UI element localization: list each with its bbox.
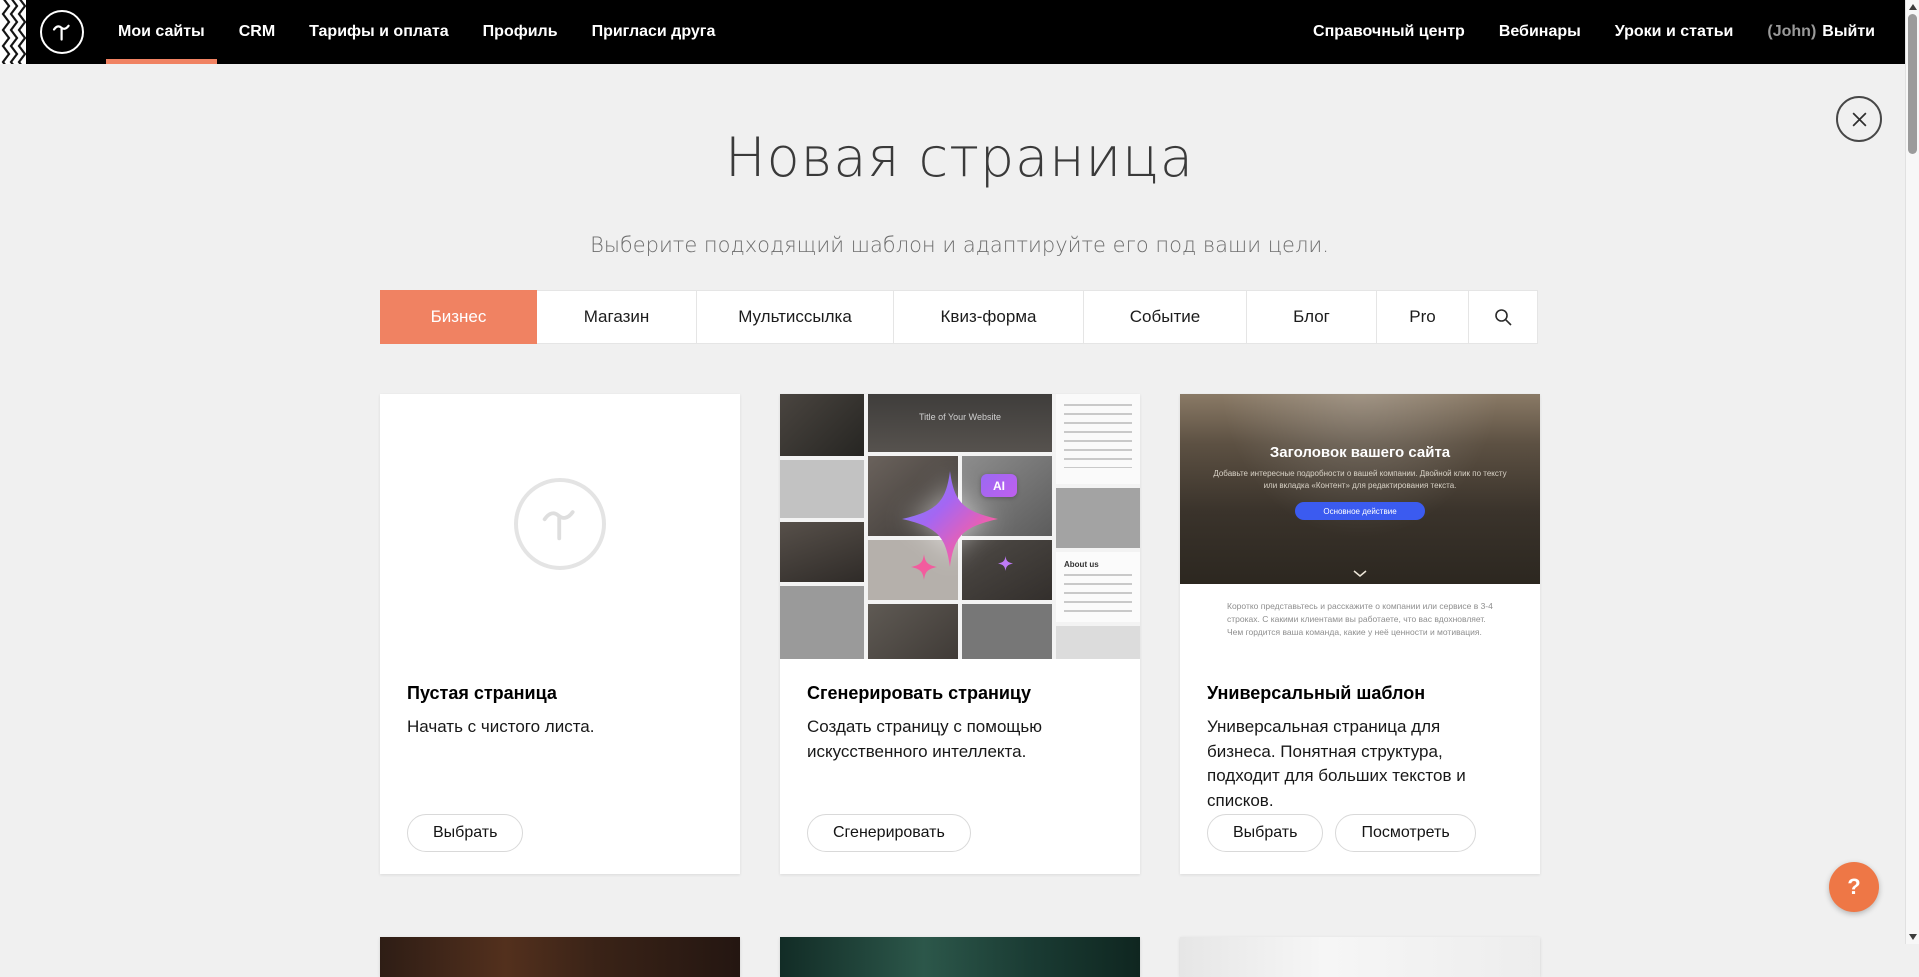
tilda-logo[interactable]: [40, 10, 84, 54]
card-title: Пустая страница: [407, 683, 557, 704]
navbar-secondary-menu: Справочный центр Вебинары Уроки и статьи…: [1313, 0, 1875, 64]
card-title: Сгенерировать страницу: [807, 683, 1031, 704]
tilda-logo-icon: [50, 20, 74, 44]
tab-label: Событие: [1130, 307, 1200, 327]
preview-button[interactable]: Посмотреть: [1335, 814, 1475, 852]
logout-link[interactable]: Выйти: [1822, 23, 1875, 41]
tab-label: Блог: [1293, 307, 1330, 327]
collage-block: [868, 604, 958, 659]
nav-item-label: Тарифы и оплата: [309, 23, 449, 41]
tab-label: Мультиссылка: [738, 307, 852, 327]
card-description: Универсальная страница для бизнеса. Поня…: [1207, 715, 1512, 814]
select-button[interactable]: Выбрать: [1207, 814, 1323, 852]
preview-heading: Заголовок вашего сайта: [1270, 444, 1450, 461]
nav-item-label: Вебинары: [1499, 23, 1581, 41]
card-actions: Выбрать: [407, 814, 523, 852]
nav-item-crm[interactable]: CRM: [239, 0, 275, 64]
tab-label: Pro: [1409, 307, 1435, 327]
small-sparkle-icon: [998, 556, 1013, 571]
generate-button[interactable]: Сгенерировать: [807, 814, 971, 852]
blank-page-logo-icon: [514, 478, 606, 570]
top-navbar: Мои сайты CRM Тарифы и оплата Профиль Пр…: [0, 0, 1919, 64]
template-cards-row: Пустая страница Начать с чистого листа. …: [380, 394, 1540, 874]
card-description: Начать с чистого листа.: [407, 715, 712, 740]
chevron-down-icon: [1352, 569, 1368, 578]
preview-cta-button: Основное действие: [1295, 502, 1425, 520]
template-card-partial[interactable]: [380, 937, 740, 977]
ai-badge: AI: [981, 474, 1017, 497]
tab-label: Бизнес: [431, 307, 487, 327]
small-sparkle-icon: [911, 554, 937, 580]
tab-label: Магазин: [584, 307, 650, 327]
navbar-main-menu: Мои сайты CRM Тарифы и оплата Профиль Пр…: [118, 0, 715, 64]
nav-item-label: Профиль: [483, 23, 558, 41]
zigzag-decoration-icon: [0, 0, 26, 64]
collage-block: [780, 522, 864, 582]
card-description: Создать страницу с помощью искусственног…: [807, 715, 1112, 764]
tab-quiz-form[interactable]: Квиз-форма: [894, 290, 1084, 344]
next-row-partial: [380, 937, 1540, 977]
card-title: Универсальный шаблон: [1207, 683, 1425, 704]
nav-item-label: Пригласи друга: [592, 23, 716, 41]
select-button[interactable]: Выбрать: [407, 814, 523, 852]
tab-search[interactable]: [1469, 290, 1538, 344]
page-subtitle: Выберите подходящий шаблон и адаптируйте…: [0, 233, 1919, 257]
user-name: (John): [1767, 23, 1816, 41]
collage-block: [780, 460, 864, 518]
ai-collage-preview: About us Title of Your Website: [780, 394, 1140, 659]
preview-paragraph: Коротко представьтесь и расскажите о ком…: [1227, 600, 1493, 638]
tab-shop[interactable]: Магазин: [537, 290, 697, 344]
nav-item-tariffs[interactable]: Тарифы и оплата: [309, 0, 449, 64]
nav-item-profile[interactable]: Профиль: [483, 0, 558, 64]
collage-block: [1056, 626, 1140, 659]
template-card-blank[interactable]: Пустая страница Начать с чистого листа. …: [380, 394, 740, 874]
tab-pro[interactable]: Pro: [1377, 290, 1469, 344]
search-icon: [1493, 307, 1513, 327]
tab-business[interactable]: Бизнес: [380, 290, 537, 344]
nav-item-help-center[interactable]: Справочный центр: [1313, 0, 1465, 64]
nav-item-my-sites[interactable]: Мои сайты: [118, 0, 205, 64]
collage-block: [868, 394, 1052, 452]
template-card-ai-generate[interactable]: About us Title of Your Website: [780, 394, 1140, 874]
user-logout[interactable]: (John) Выйти: [1767, 0, 1875, 64]
close-button[interactable]: [1836, 96, 1882, 142]
close-icon: [1851, 111, 1868, 128]
collage-block: [780, 394, 864, 456]
template-card-universal[interactable]: Заголовок вашего сайта Добавьте интересн…: [1180, 394, 1540, 874]
nav-item-webinars[interactable]: Вебинары: [1499, 0, 1581, 64]
collage-block: [780, 586, 864, 659]
scrollbar-down-arrow-icon[interactable]: [1909, 934, 1917, 940]
template-card-partial[interactable]: [780, 937, 1140, 977]
preview-subtext: Добавьте интересные подробности о вашей …: [1210, 468, 1510, 492]
universal-template-preview: Заголовок вашего сайта Добавьте интересн…: [1180, 394, 1540, 584]
collage-block: About us: [1056, 552, 1140, 622]
nav-item-label: Справочный центр: [1313, 23, 1465, 41]
template-category-tabs: Бизнес Магазин Мультиссылка Квиз-форма С…: [380, 290, 1538, 344]
nav-item-label: Уроки и статьи: [1615, 23, 1734, 41]
page-title: Новая страница: [0, 126, 1919, 189]
nav-item-invite-friend[interactable]: Пригласи друга: [592, 0, 716, 64]
tab-label: Квиз-форма: [941, 307, 1037, 327]
collage-site-title: Title of Your Website: [868, 412, 1052, 422]
scrollbar[interactable]: [1905, 0, 1919, 944]
tab-blog[interactable]: Блог: [1247, 290, 1377, 344]
nav-item-lessons[interactable]: Уроки и статьи: [1615, 0, 1734, 64]
collage-block: [1056, 488, 1140, 548]
collage-about-label: About us: [1064, 560, 1132, 569]
help-button[interactable]: ?: [1829, 862, 1879, 912]
card-actions: Сгенерировать: [807, 814, 971, 852]
tab-multilink[interactable]: Мультиссылка: [697, 290, 894, 344]
nav-item-label: CRM: [239, 23, 275, 41]
collage-block: [962, 604, 1052, 659]
nav-item-label: Мои сайты: [118, 23, 205, 41]
scrollbar-thumb[interactable]: [1908, 14, 1917, 154]
collage-block: [1056, 394, 1140, 484]
tab-event[interactable]: Событие: [1084, 290, 1247, 344]
card-actions: Выбрать Посмотреть: [1207, 814, 1476, 852]
scrollbar-up-arrow-icon[interactable]: [1909, 4, 1917, 10]
template-card-partial[interactable]: [1180, 937, 1540, 977]
